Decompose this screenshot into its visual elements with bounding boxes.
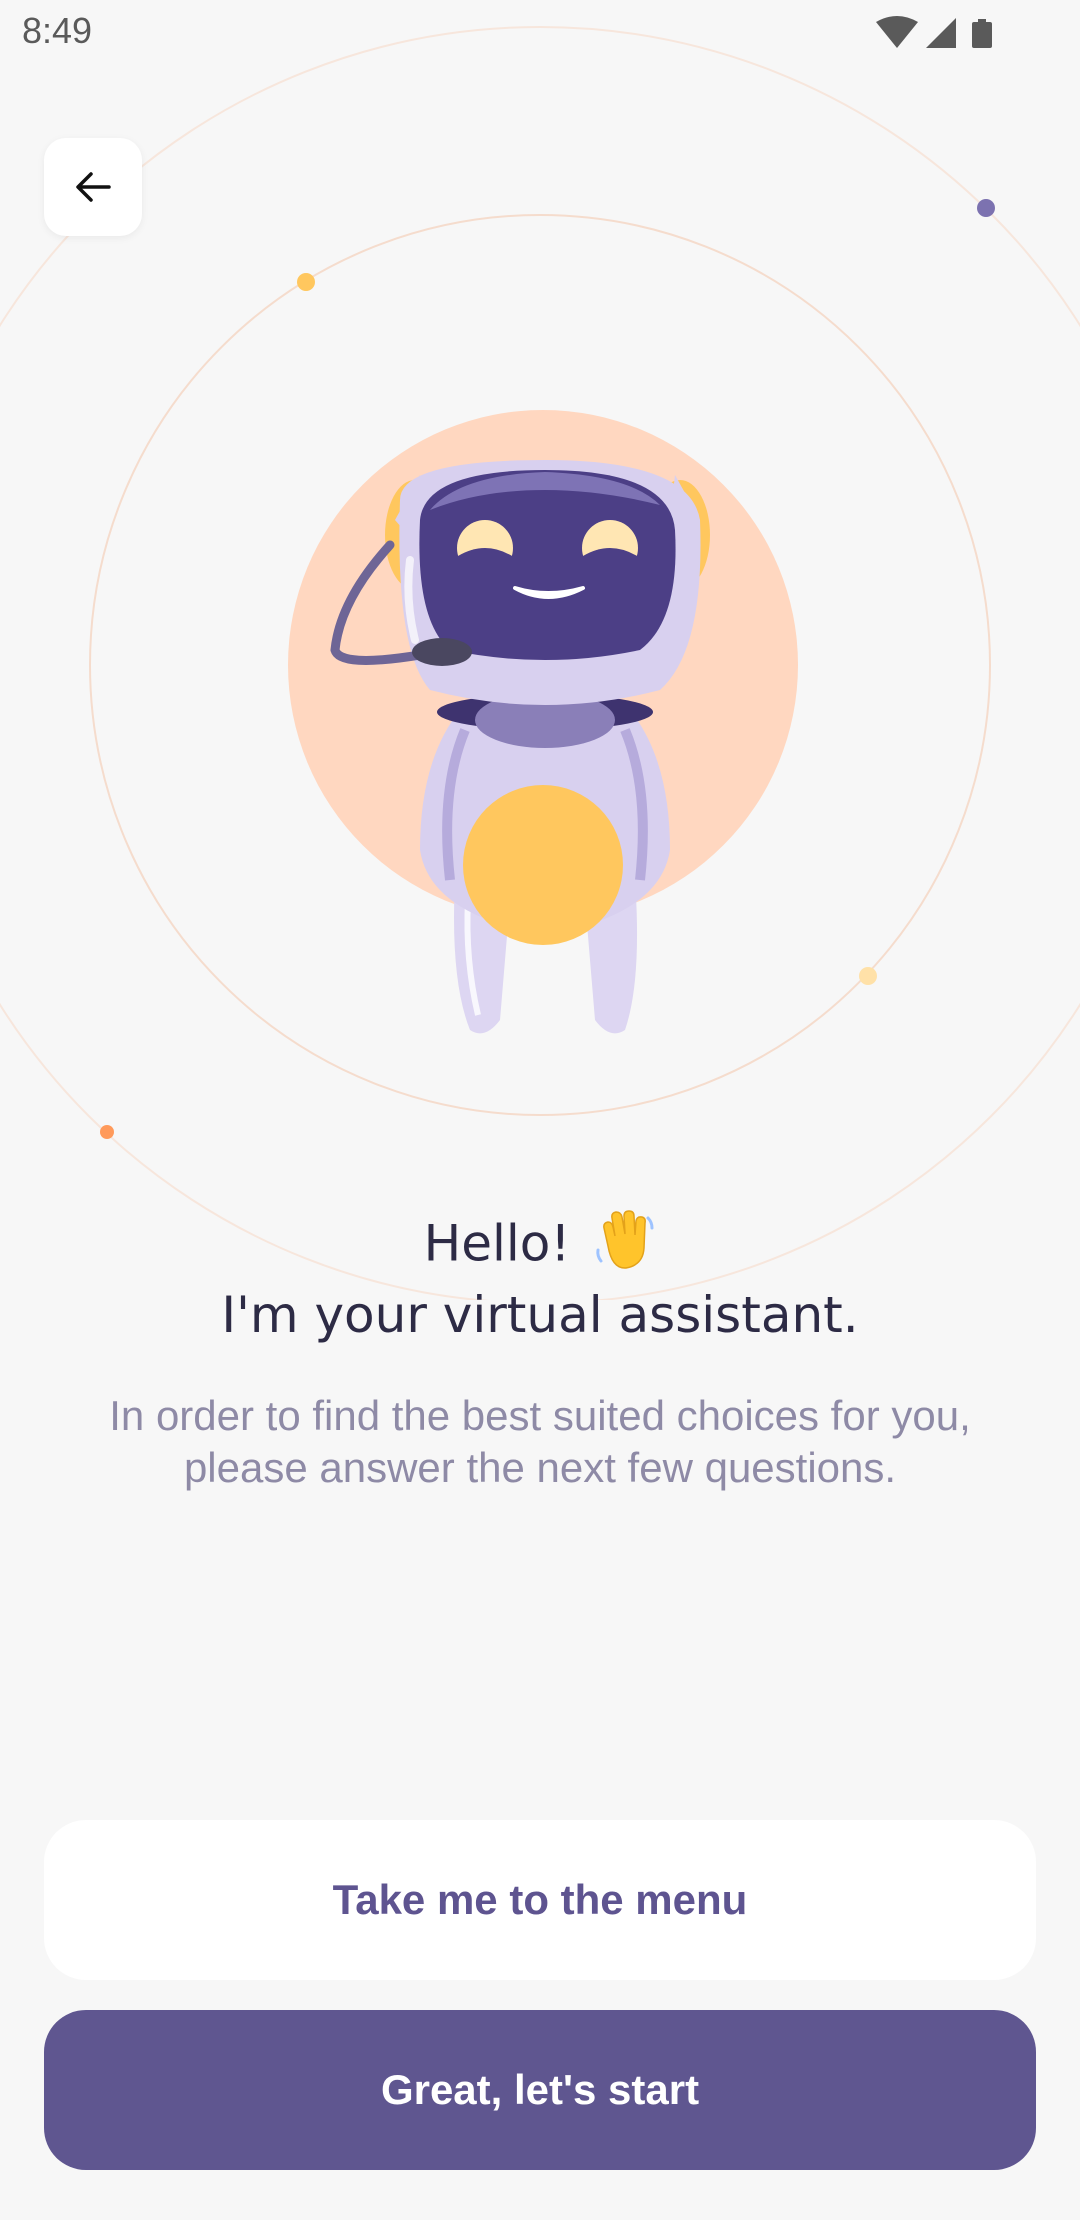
greeting-subtitle: I'm your virtual assistant. — [221, 1286, 859, 1344]
start-button[interactable]: Great, let's start — [44, 2010, 1036, 2170]
greeting-hello: Hello! — [423, 1214, 571, 1273]
assistant-intro-screen: 8:49 Hello! I'm your virtual assistant. … — [0, 0, 1080, 2220]
intro-description: In order to find the best suited choices… — [109, 1392, 971, 1491]
robot-illustration — [288, 410, 798, 1034]
waving-hand-icon — [594, 1210, 656, 1284]
orbit-dot-orange — [100, 1125, 114, 1139]
take-me-to-menu-button[interactable]: Take me to the menu — [44, 1820, 1036, 1980]
greeting-title: Hello! — [0, 1210, 1080, 1284]
